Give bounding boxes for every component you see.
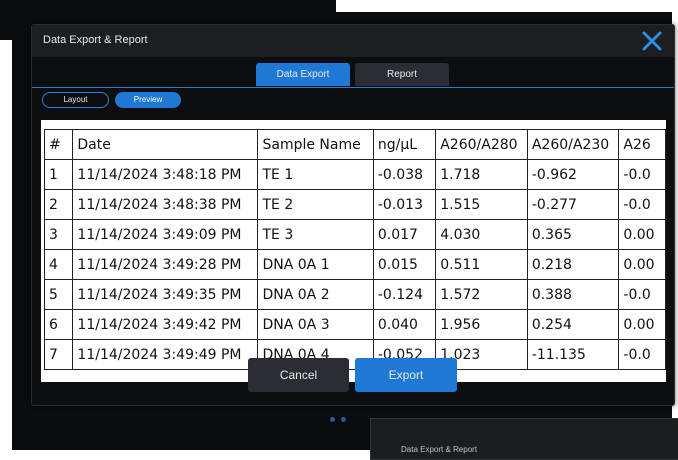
tab-report[interactable]: Report bbox=[355, 63, 449, 86]
table-cell: DNA 0A 2 bbox=[257, 279, 374, 310]
table-cell: 1.572 bbox=[435, 279, 528, 310]
table-cell: 11/14/2024 3:49:35 PM bbox=[72, 279, 259, 310]
table-cell: 1.515 bbox=[435, 189, 528, 220]
background-window: Data Export & Report bbox=[370, 418, 678, 460]
dialog-titlebar: Data Export & Report bbox=[32, 25, 674, 57]
table-cell: 3 bbox=[43, 219, 74, 250]
dialog-title: Data Export & Report bbox=[43, 34, 148, 46]
table-cell: -0.038 bbox=[372, 159, 437, 190]
table-header-row: # Date Sample Name ng/µL A260/A280 A260/… bbox=[43, 129, 666, 160]
column-header: A260/A280 bbox=[435, 129, 528, 160]
table-cell: 4 bbox=[43, 249, 74, 280]
table-cell: -0.0 bbox=[618, 279, 666, 310]
table-cell: 1.718 bbox=[435, 159, 528, 190]
table-cell: 5 bbox=[43, 279, 74, 310]
table-cell: TE 1 bbox=[257, 159, 374, 190]
table-cell: 0.00 bbox=[618, 249, 666, 280]
table-cell: 0.015 bbox=[372, 249, 437, 280]
table-cell: 11/14/2024 3:49:28 PM bbox=[72, 249, 259, 280]
table-cell: 1.956 bbox=[435, 309, 528, 340]
table-row: 1 11/14/2024 3:48:18 PM TE 1 -0.038 1.718 -0.… bbox=[43, 159, 666, 190]
table-cell: 0.511 bbox=[435, 249, 528, 280]
tab-data-export[interactable]: Data Export bbox=[256, 63, 350, 86]
table-row: 6 11/14/2024 3:49:42 PM DNA 0A 3 0.040 1.956… bbox=[43, 309, 666, 340]
table-cell: 0.017 bbox=[372, 219, 437, 250]
preview-toggle-button[interactable]: Preview bbox=[115, 92, 181, 108]
cancel-button[interactable]: Cancel bbox=[248, 358, 349, 392]
table-cell: -0.124 bbox=[372, 279, 437, 310]
table-cell: 0.388 bbox=[526, 279, 620, 310]
table-cell: 0.040 bbox=[372, 309, 437, 340]
table-cell: 0.00 bbox=[618, 309, 666, 340]
page-indicator bbox=[330, 407, 352, 426]
table-row: 3 11/14/2024 3:49:09 PM TE 3 0.017 4.030 0.36… bbox=[43, 219, 666, 250]
page-dot bbox=[341, 417, 346, 422]
layout-toggle-button[interactable]: Layout bbox=[42, 92, 109, 108]
column-header: ng/µL bbox=[372, 129, 437, 160]
table-cell: -11.135 bbox=[526, 339, 620, 370]
table-cell: 0.218 bbox=[526, 249, 620, 280]
table-cell: 7 bbox=[43, 339, 74, 370]
table-cell: -0.277 bbox=[526, 189, 620, 220]
column-header: Date bbox=[72, 129, 259, 160]
table-cell: TE 3 bbox=[257, 219, 374, 250]
data-table: # Date Sample Name ng/µL A260/A280 A260/… bbox=[43, 129, 666, 370]
table-cell: TE 2 bbox=[257, 189, 374, 220]
table-cell: -0.0 bbox=[618, 339, 666, 370]
table-cell: 2 bbox=[43, 189, 74, 220]
column-header: # bbox=[43, 129, 74, 160]
table-cell: 11/14/2024 3:49:49 PM bbox=[72, 339, 259, 370]
table-cell: DNA 0A 3 bbox=[257, 309, 374, 340]
table-row: 5 11/14/2024 3:49:35 PM DNA 0A 2 -0.124 1.57… bbox=[43, 279, 666, 310]
table-cell: -0.962 bbox=[526, 159, 620, 190]
table-cell: 1 bbox=[43, 159, 74, 190]
table-cell: -0.0 bbox=[618, 189, 666, 220]
table-cell: 6 bbox=[43, 309, 74, 340]
tab-bar: Data Export Report bbox=[32, 63, 674, 88]
column-header: A260/A230 bbox=[526, 129, 620, 160]
table-cell: 11/14/2024 3:49:09 PM bbox=[72, 219, 259, 250]
table-cell: 11/14/2024 3:48:18 PM bbox=[72, 159, 259, 190]
column-header: A26 bbox=[618, 129, 666, 160]
table-cell: 11/14/2024 3:48:38 PM bbox=[72, 189, 259, 220]
table-cell: 0.00 bbox=[618, 219, 666, 250]
preview-table-area[interactable]: # Date Sample Name ng/µL A260/A280 A260/… bbox=[41, 120, 666, 382]
table-cell: 0.365 bbox=[526, 219, 620, 250]
close-icon[interactable] bbox=[640, 29, 664, 53]
column-header: Sample Name bbox=[257, 129, 374, 160]
table-cell: DNA 0A 1 bbox=[257, 249, 374, 280]
export-button[interactable]: Export bbox=[355, 358, 457, 392]
table-row: 4 11/14/2024 3:49:28 PM DNA 0A 1 0.015 0.511… bbox=[43, 249, 666, 280]
table-row: 2 11/14/2024 3:48:38 PM TE 2 -0.013 1.515 -0.… bbox=[43, 189, 666, 220]
table-cell: 4.030 bbox=[435, 219, 528, 250]
table-cell: 0.254 bbox=[526, 309, 620, 340]
table-cell: -0.0 bbox=[618, 159, 666, 190]
page-dot bbox=[330, 417, 335, 422]
table-cell: -0.013 bbox=[372, 189, 437, 220]
export-dialog: Data Export & Report Data Export Report … bbox=[31, 24, 675, 406]
table-cell: 11/14/2024 3:49:42 PM bbox=[72, 309, 259, 340]
